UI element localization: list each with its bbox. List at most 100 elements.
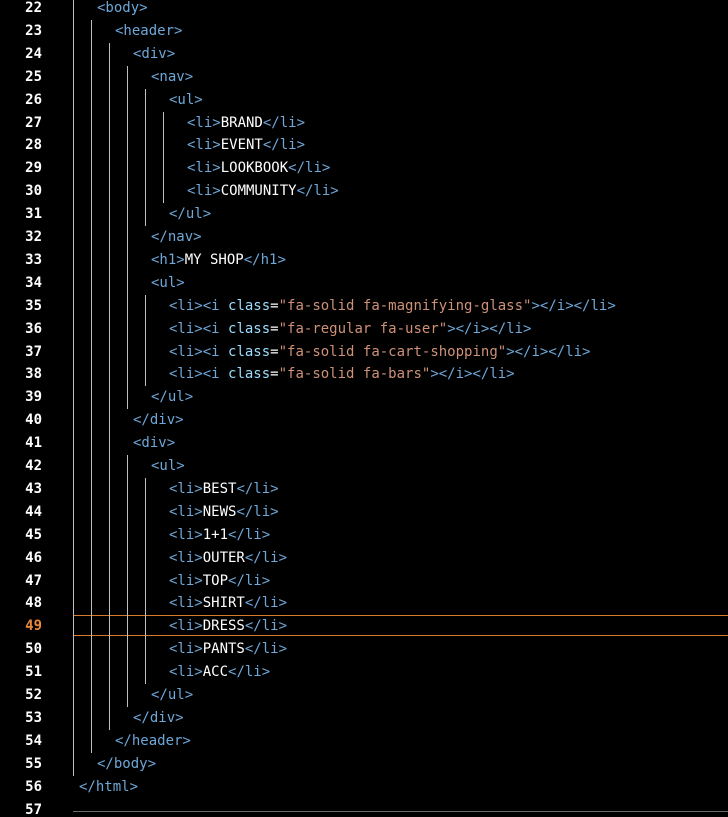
- code-line[interactable]: <h1>MY SHOP</h1>: [151, 252, 728, 275]
- line-number[interactable]: 56: [0, 779, 42, 802]
- code-token-tag: <li><i: [169, 297, 229, 314]
- code-line[interactable]: </html>: [79, 779, 728, 802]
- line-number[interactable]: 57: [0, 802, 42, 817]
- code-line[interactable]: <li>ACC</li>: [169, 664, 728, 687]
- line-number[interactable]: 36: [0, 321, 42, 344]
- code-line[interactable]: </div>: [133, 412, 728, 435]
- code-token-tag: <li>: [187, 183, 221, 200]
- line-number[interactable]: 47: [0, 573, 42, 596]
- line-number[interactable]: 55: [0, 756, 42, 779]
- code-line[interactable]: <ul>: [169, 92, 728, 115]
- line-number[interactable]: 51: [0, 664, 42, 687]
- line-number[interactable]: 35: [0, 298, 42, 321]
- line-number[interactable]: 39: [0, 389, 42, 412]
- code-line[interactable]: <li>OUTER</li>: [169, 550, 728, 573]
- code-text-area[interactable]: <body> <header> <div> <nav> <ul> <li>BRAND</l…: [60, 0, 728, 817]
- code-line[interactable]: </ul>: [151, 389, 728, 412]
- line-number[interactable]: 45: [0, 527, 42, 550]
- line-number[interactable]: 48: [0, 595, 42, 618]
- line-number[interactable]: 46: [0, 550, 42, 573]
- code-token-text: 1+1: [202, 526, 229, 543]
- code-line[interactable]: <div>: [133, 46, 728, 69]
- line-number-gutter[interactable]: 22 23 24 25 26 27 28 29 30 31 32 33 34 35 36 37 38 39 40 41…: [0, 0, 60, 817]
- line-number[interactable]: 33: [0, 252, 42, 275]
- code-line[interactable]: <li>PANTS</li>: [169, 641, 728, 664]
- code-line[interactable]: <div>: [133, 435, 728, 458]
- line-number[interactable]: 54: [0, 733, 42, 756]
- code-token-tag: </li>: [236, 503, 279, 520]
- code-token-tag: ></i></li>: [447, 320, 532, 337]
- line-number[interactable]: 49: [0, 618, 42, 641]
- code-line[interactable]: [79, 802, 728, 817]
- code-line[interactable]: <ul>: [151, 275, 728, 298]
- code-line[interactable]: </header>: [115, 733, 728, 756]
- line-number[interactable]: 44: [0, 504, 42, 527]
- line-number[interactable]: 41: [0, 435, 42, 458]
- code-line[interactable]: <li>LOOKBOOK</li>: [187, 160, 728, 183]
- line-number[interactable]: 22: [0, 0, 42, 23]
- code-editor[interactable]: 22 23 24 25 26 27 28 29 30 31 32 33 34 35 36 37 38 39 40 41…: [0, 0, 728, 817]
- code-line[interactable]: </ul>: [151, 687, 728, 710]
- code-line[interactable]: <li>1+1</li>: [169, 527, 728, 550]
- line-number[interactable]: 29: [0, 160, 42, 183]
- code-token-tag: </header>: [115, 732, 191, 749]
- code-line[interactable]: </nav>: [151, 229, 728, 252]
- code-token-tag: </li>: [228, 526, 271, 543]
- line-number[interactable]: 24: [0, 46, 42, 69]
- code-line[interactable]: <li><i class="fa-solid fa-bars"></i></li…: [169, 366, 728, 389]
- code-line[interactable]: <li>BRAND</li>: [187, 115, 728, 138]
- line-number[interactable]: 50: [0, 641, 42, 664]
- code-token-text: BRAND: [220, 114, 263, 131]
- line-number[interactable]: 26: [0, 92, 42, 115]
- code-token-tag: <li>: [169, 526, 203, 543]
- code-token-tag: <li>: [187, 137, 221, 154]
- code-line[interactable]: <li><i class="fa-solid fa-magnifying-gla…: [169, 298, 728, 321]
- code-line[interactable]: <header>: [115, 23, 728, 46]
- code-token-text: SHIRT: [202, 595, 245, 612]
- line-number[interactable]: 38: [0, 366, 42, 389]
- code-line[interactable]: <li>COMMUNITY</li>: [187, 183, 728, 206]
- code-line[interactable]: <li>TOP</li>: [169, 573, 728, 596]
- code-line[interactable]: </body>: [97, 756, 728, 779]
- code-line[interactable]: <li><i class="fa-regular fa-user"></i></…: [169, 321, 728, 344]
- line-number[interactable]: 40: [0, 412, 42, 435]
- code-line[interactable]: <li>SHIRT</li>: [169, 595, 728, 618]
- line-number[interactable]: 23: [0, 23, 42, 46]
- code-token-tag: </ul>: [151, 389, 194, 406]
- line-number[interactable]: 28: [0, 137, 42, 160]
- code-token-tag: ></i></li>: [506, 343, 591, 360]
- code-token-tag: <li>: [187, 114, 221, 131]
- code-token-text: BEST: [202, 480, 237, 497]
- code-line[interactable]: <ul>: [151, 458, 728, 481]
- code-line[interactable]: <li>BEST</li>: [169, 481, 728, 504]
- code-line[interactable]: </div>: [133, 710, 728, 733]
- line-number[interactable]: 30: [0, 183, 42, 206]
- code-token-tag: <li>: [169, 572, 203, 589]
- line-number[interactable]: 25: [0, 69, 42, 92]
- line-number[interactable]: 53: [0, 710, 42, 733]
- code-line[interactable]: <nav>: [151, 69, 728, 92]
- line-number[interactable]: 42: [0, 458, 42, 481]
- code-line[interactable]: <li><i class="fa-solid fa-cart-shopping"…: [169, 344, 728, 367]
- line-number[interactable]: 32: [0, 229, 42, 252]
- line-number[interactable]: 31: [0, 206, 42, 229]
- code-line[interactable]: <li>NEWS</li>: [169, 504, 728, 527]
- code-token-tag: <li>: [169, 595, 203, 612]
- line-number[interactable]: 52: [0, 687, 42, 710]
- code-token-punct: =: [270, 320, 279, 337]
- line-number[interactable]: 37: [0, 344, 42, 367]
- code-token-tag: <div>: [133, 45, 176, 62]
- code-token-tag: </li>: [228, 664, 271, 681]
- code-token-text: PANTS: [202, 641, 245, 658]
- line-number[interactable]: 27: [0, 115, 42, 138]
- line-number[interactable]: 34: [0, 275, 42, 298]
- code-token-text: ACC: [202, 664, 229, 681]
- code-token-tag: <li><i: [169, 366, 229, 383]
- line-number[interactable]: 43: [0, 481, 42, 504]
- code-line[interactable]: </ul>: [169, 206, 728, 229]
- code-line[interactable]: <li>EVENT</li>: [187, 137, 728, 160]
- code-line[interactable]: <li>DRESS</li>: [169, 618, 728, 641]
- code-token-tag: <li>: [169, 549, 203, 566]
- code-token-punct: =: [270, 343, 279, 360]
- code-line[interactable]: <body>: [97, 0, 728, 23]
